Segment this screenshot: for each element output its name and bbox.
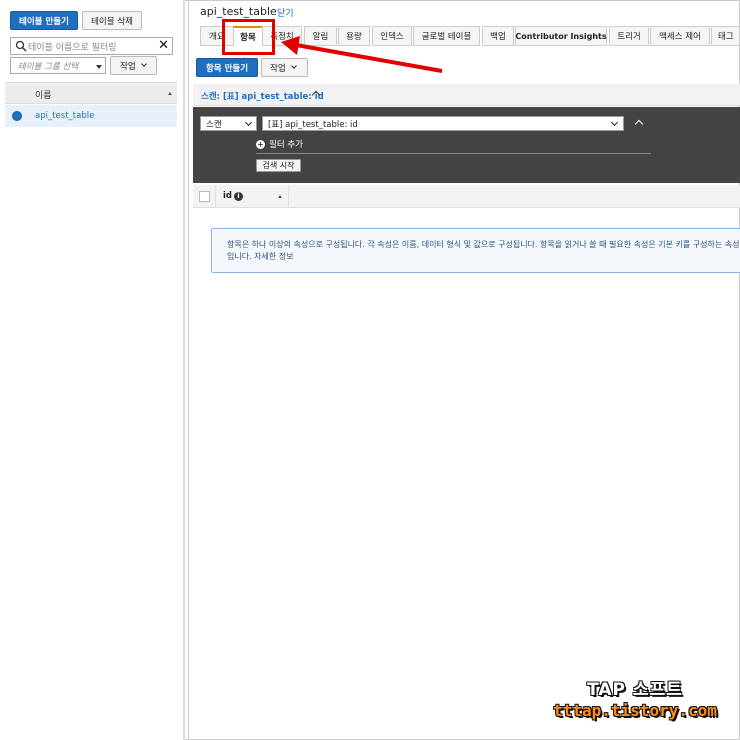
column-separator[interactable] [288,185,289,208]
action-label: 작업 [270,63,286,74]
left-panel: 테이블 만들기 테이블 삭제 테이블 이름으로 필터링 ✕ 테이블 그룹 선택 … [0,0,183,740]
chevron-down-icon [244,118,253,127]
table-list-header[interactable]: 이름 [5,82,177,104]
table-search-input[interactable]: 테이블 이름으로 필터링 ✕ [10,37,173,55]
select-all-checkbox[interactable] [199,191,210,202]
table-group-select[interactable]: 테이블 그룹 선택 [10,57,106,74]
table-name: api_test_table [35,111,95,121]
page-title: api_test_table [200,5,277,18]
search-placeholder: 테이블 이름으로 필터링 [28,43,117,53]
tab-backups[interactable]: 백업 [482,26,514,46]
delete-table-button[interactable]: 테이블 삭제 [82,11,142,30]
watermark: TAP 소프트 tttap.tistory.com [545,675,725,720]
tab-tags[interactable]: 태그 [711,26,740,46]
scan-mode-value: 스캔 [206,120,222,130]
scan-target-select[interactable]: [표] api_test_table: id [262,116,624,131]
close-link[interactable]: 닫기 [277,6,294,19]
panel-divider[interactable] [183,0,185,740]
highlight-box [222,19,275,55]
items-table-header: id i [193,185,740,208]
action-button[interactable]: 작업 [261,58,308,77]
watermark-line2: tttap.tistory.com [553,701,717,720]
create-table-button[interactable]: 테이블 만들기 [10,11,78,30]
sort-icon[interactable] [278,195,282,198]
scan-filter-panel: 스캔 [표] api_test_table: id + 필터 추가 검색 시작 [193,107,740,183]
left-action-label: 작업 [120,61,136,72]
create-item-button[interactable]: 항목 만들기 [196,58,258,77]
scan-mode-select[interactable]: 스캔 [200,116,257,131]
tab-triggers[interactable]: 트리거 [609,26,649,46]
add-filter-button[interactable]: + 필터 추가 [256,138,303,150]
column-separator [215,185,216,208]
scan-target-value: [표] api_test_table: id [268,120,358,130]
start-search-button[interactable]: 검색 시작 [256,159,301,172]
scan-header-label: 스캔: [표] api_test_table: id [201,92,324,102]
id-column-header[interactable]: id [223,191,232,201]
table-list-item[interactable]: api_test_table [5,105,177,127]
left-action-button[interactable]: 작업 [110,56,157,75]
tab-contributor-insights[interactable]: Contributor Insights [515,26,607,46]
filter-divider [256,153,651,154]
chevron-up-icon[interactable] [634,119,644,129]
group-select-placeholder: 테이블 그룹 선택 [18,62,79,72]
plus-circle-icon: + [256,139,265,149]
clear-icon[interactable]: ✕ [158,38,169,53]
chevron-down-icon [610,118,619,127]
search-icon [15,40,27,52]
name-column-label: 이름 [35,91,52,101]
tab-global-tables[interactable]: 글로벌 테이블 [413,26,480,46]
tab-access-control[interactable]: 액세스 제어 [650,26,710,46]
info-icon[interactable]: i [234,192,243,201]
panel-divider-line [188,0,189,740]
tab-indexes[interactable]: 인덱스 [372,26,412,46]
tab-alarms[interactable]: 알림 [304,26,337,46]
watermark-line1: TAP 소프트 [587,680,683,700]
scan-header[interactable]: 스캔: [표] api_test_table: id [193,84,740,106]
chevron-down-icon [140,61,147,67]
chevron-down-icon [290,63,297,69]
info-message-box: 항목은 하나 이상의 속성으로 구성됩니다. 각 속성은 이름, 데이터 형식 … [211,228,740,273]
tab-capacity[interactable]: 용량 [338,26,370,46]
radio-selected[interactable] [12,111,22,121]
caret-down-icon [96,65,102,69]
tab-bar: 개요 항목 측정치 알림 용량 인덱스 글로벌 테이블 백업 Contribut… [196,26,740,46]
sort-icon[interactable] [168,92,172,95]
add-filter-label: 필터 추가 [269,140,303,150]
info-message-text: 항목은 하나 이상의 속성으로 구성됩니다. 각 속성은 이름, 데이터 형식 … [227,240,740,261]
